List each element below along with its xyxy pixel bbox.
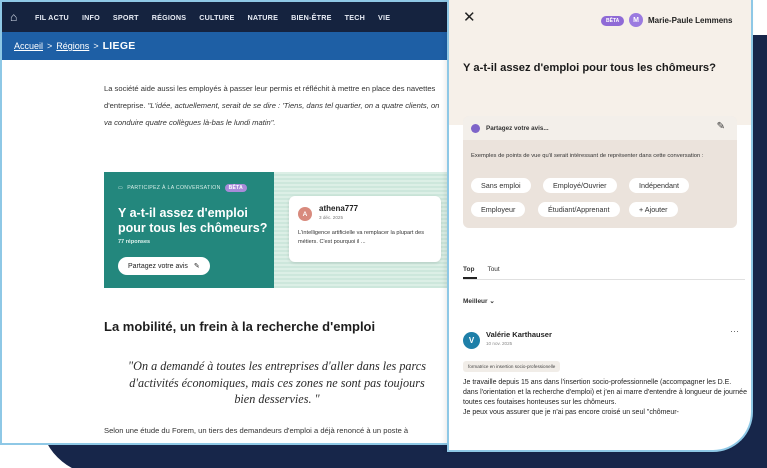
- status-badge: formatrice en insertion socio-profession…: [463, 361, 561, 372]
- conversation-panel: ✕ BÊTA M Marie-Paule Lemmens Y a-t-il as…: [447, 0, 753, 452]
- article-window: ⌂ FIL ACTU INFO SPORT RÉGIONS CULTURE NA…: [0, 0, 470, 445]
- conversation-card[interactable]: ▭ PARTICIPEZ À LA CONVERSATION BÊTA Y a-…: [104, 172, 452, 288]
- breadcrumb-home-link[interactable]: Accueil: [14, 41, 43, 51]
- share-button-label: Partagez votre avis: [128, 262, 188, 270]
- share-opinion-input[interactable]: Partagez votre avis...: [463, 116, 737, 140]
- divider: [463, 279, 745, 280]
- sort-dropdown[interactable]: Meilleur ⌄: [463, 297, 495, 305]
- chat-icon: ▭: [118, 185, 124, 191]
- avatar: [471, 123, 480, 133]
- pencil-icon: ✎: [193, 263, 200, 270]
- nav-item-sport[interactable]: SPORT: [113, 13, 139, 22]
- breadcrumb: Accueil > Régions > LIEGE: [2, 32, 468, 60]
- comment-text: L'intelligence artificielle va remplacer…: [298, 230, 425, 245]
- article-paragraph: La société aide aussi les employés à pas…: [104, 80, 449, 131]
- user-name[interactable]: Marie-Paule Lemmens: [648, 16, 732, 25]
- avatar: V: [463, 332, 480, 349]
- beta-badge: BÊTA: [601, 16, 625, 26]
- suggestion-text: Exemples de points de vue qu'il serait i…: [471, 153, 704, 159]
- avatar[interactable]: M: [629, 13, 643, 27]
- breadcrumb-current: LIEGE: [102, 40, 136, 52]
- panel-title: Y a-t-il assez d'emploi pour tous les ch…: [463, 62, 716, 74]
- paragraph-quote: "L'idée, actuellement, serait de se dire…: [104, 101, 440, 127]
- share-placeholder: Partagez votre avis...: [486, 124, 549, 132]
- chip-sans-emploi[interactable]: Sans emploi: [471, 178, 531, 193]
- comment-username: athena777: [319, 204, 359, 213]
- breadcrumb-regions-link[interactable]: Régions: [56, 41, 89, 51]
- chip-employeur[interactable]: Employeur: [471, 202, 526, 217]
- avatar: A: [298, 207, 312, 221]
- article-paragraph: Selon une étude du Forem, un tiers des d…: [104, 426, 409, 435]
- nav-item-tech[interactable]: TECH: [345, 13, 365, 22]
- chip-etudiant-apprenant[interactable]: Étudiant/Apprenant: [538, 202, 620, 217]
- nav-item-fil-actu[interactable]: FIL ACTU: [35, 13, 69, 22]
- conversation-kicker: ▭ PARTICIPEZ À LA CONVERSATION BÊTA: [118, 184, 248, 192]
- comment-paragraph: Je travaille depuis 15 ans dans l'insert…: [463, 379, 747, 406]
- breadcrumb-separator: >: [47, 41, 53, 51]
- nav-item-info[interactable]: INFO: [82, 13, 100, 22]
- comment-date: 10 nov. 2025: [486, 341, 513, 346]
- more-options-icon[interactable]: ···: [730, 326, 739, 336]
- conversation-title[interactable]: Y a-t-il assez d'emploi pour tous les ch…: [118, 206, 278, 236]
- share-opinion-box: Partagez votre avis... ✎ Exemples de poi…: [463, 116, 737, 228]
- comment-username[interactable]: Valérie Karthauser: [486, 330, 552, 339]
- comment-date: 3 déc. 2025: [319, 215, 344, 220]
- comment-tabs: Top Tout: [463, 266, 500, 273]
- chip-employe-ouvrier[interactable]: Employé/Ouvrier: [543, 178, 617, 193]
- top-navigation: ⌂ FIL ACTU INFO SPORT RÉGIONS CULTURE NA…: [2, 2, 468, 32]
- nav-item-culture[interactable]: CULTURE: [199, 13, 234, 22]
- beta-badge: BÊTA: [224, 184, 248, 192]
- nav-item-regions[interactable]: RÉGIONS: [152, 13, 187, 22]
- nav-item-nature[interactable]: NATURE: [247, 13, 278, 22]
- comment-paragraph: Je peux vous assurer que je n'ai pas enc…: [463, 409, 679, 416]
- add-chip-button[interactable]: + Ajouter: [629, 202, 678, 217]
- response-count: 77 réponses: [118, 239, 151, 245]
- kicker-label: PARTICIPEZ À LA CONVERSATION: [127, 185, 221, 191]
- nav-item-vie[interactable]: VIE: [378, 13, 390, 22]
- pencil-icon[interactable]: ✎: [717, 121, 725, 132]
- home-icon[interactable]: ⌂: [10, 10, 22, 24]
- tab-tout[interactable]: Tout: [487, 266, 499, 273]
- pull-quote: "On a demandé à toutes les entreprises d…: [128, 359, 426, 406]
- nav-item-bien-etre[interactable]: BIEN-ÊTRE: [291, 13, 332, 22]
- comment-body: Je travaille depuis 15 ans dans l'insert…: [463, 378, 748, 418]
- section-heading: La mobilité, un frein à la recherche d'e…: [104, 319, 376, 334]
- close-icon[interactable]: ✕: [463, 10, 476, 25]
- breadcrumb-separator: >: [93, 41, 99, 51]
- chip-independant[interactable]: Indépendant: [629, 178, 689, 193]
- tab-top[interactable]: Top: [463, 266, 474, 273]
- comment-preview-card[interactable]: A athena777 3 déc. 2025 L'intelligence a…: [289, 196, 441, 262]
- share-opinion-button[interactable]: Partagez votre avis ✎: [118, 257, 210, 275]
